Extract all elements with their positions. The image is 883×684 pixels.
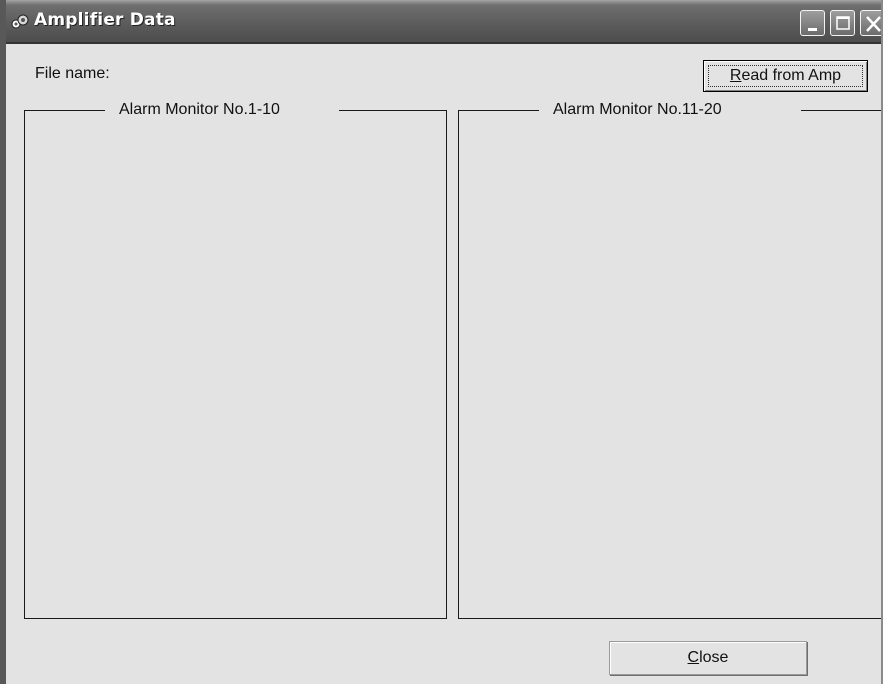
group-title: Alarm Monitor No.1-10	[105, 101, 339, 119]
close-button[interactable]: Close	[609, 641, 807, 675]
title-bar[interactable]: Amplifier Data	[6, 0, 881, 44]
alarm-monitor-1-10-group: Alarm Monitor No.1-10	[24, 101, 447, 619]
minimize-button[interactable]	[800, 10, 825, 36]
amplifier-data-window: Amplifier Data File name: Read from Amp …	[0, 0, 883, 684]
file-name-label: File name:	[35, 65, 110, 82]
amplifier-app-icon	[11, 14, 29, 29]
window-title: Amplifier Data	[34, 10, 176, 30]
alarm-monitor-11-20-group: Alarm Monitor No.11-20	[458, 101, 881, 619]
read-from-amp-button[interactable]: Read from Amp	[703, 60, 868, 92]
button-label: Read from Amp	[708, 65, 863, 87]
close-window-button[interactable]	[860, 10, 881, 36]
maximize-icon	[836, 16, 850, 30]
group-title: Alarm Monitor No.11-20	[539, 101, 801, 119]
close-icon	[866, 16, 881, 32]
minimize-icon	[808, 28, 817, 31]
maximize-button[interactable]	[830, 10, 855, 36]
